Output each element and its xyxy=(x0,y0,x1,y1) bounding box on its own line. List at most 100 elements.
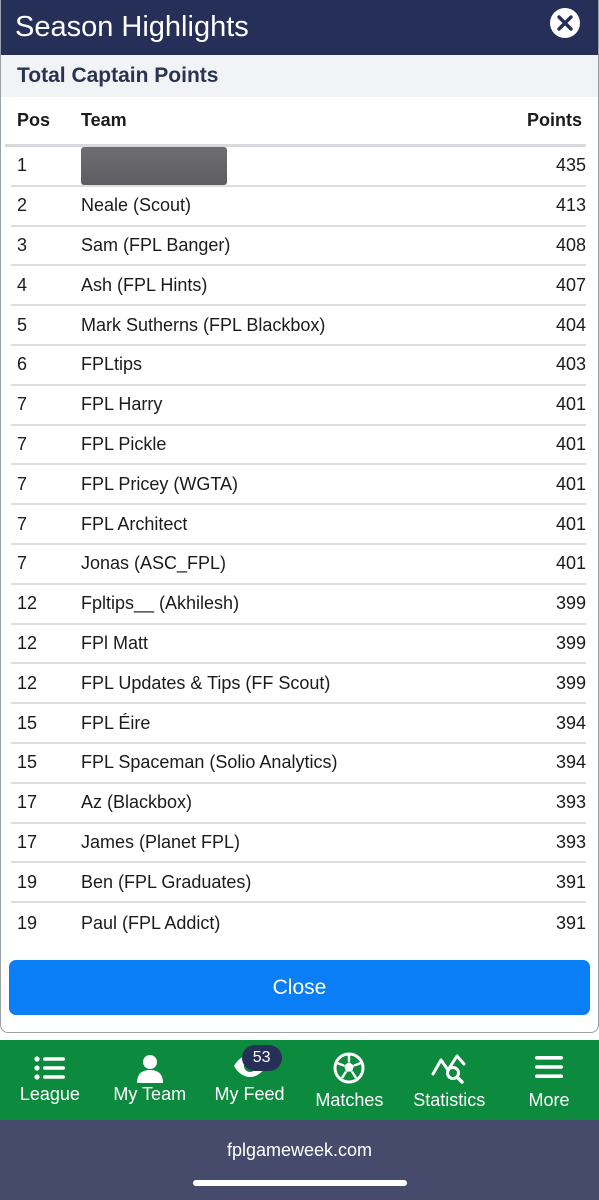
row-team: Mark Sutherns (FPL Blackbox) xyxy=(81,314,326,335)
nav-item-more[interactable]: More xyxy=(499,1040,599,1120)
column-header-team: Team xyxy=(81,110,127,130)
nav-label: My Team xyxy=(113,1084,187,1104)
row-team: FPL Pricey (WGTA) xyxy=(81,473,238,494)
row-pos: 7 xyxy=(17,394,28,415)
row-team-redacted xyxy=(81,146,496,186)
nav-label: Matches xyxy=(315,1090,384,1110)
row-team: Neale (Scout) xyxy=(81,195,192,216)
row-points: 394 xyxy=(555,752,586,773)
row-points: 401 xyxy=(555,553,586,574)
table-row: 4 Ash (FPL Hints) 407 xyxy=(11,266,586,307)
row-team: Fpltips__ (Akhilesh) xyxy=(81,593,240,614)
nav-label: Statistics xyxy=(413,1090,486,1110)
row-points: 394 xyxy=(555,712,586,733)
row-team: Sam (FPL Banger) xyxy=(81,234,231,255)
row-pos: 17 xyxy=(17,792,38,813)
nav-item-statistics[interactable]: Statistics xyxy=(399,1040,499,1120)
row-team: FPl Matt xyxy=(81,632,149,653)
nav-item-my-team[interactable]: My Team xyxy=(100,1040,200,1120)
nav-item-league[interactable]: League xyxy=(0,1040,100,1120)
row-pos: 17 xyxy=(17,831,38,852)
row-pos: 1 xyxy=(17,155,28,176)
row-pos: 3 xyxy=(17,234,28,255)
table-row: 7 FPL Pricey (WGTA) 401 xyxy=(11,465,586,506)
row-pos: 7 xyxy=(17,433,28,454)
table-row: 7 FPL Harry 401 xyxy=(11,386,586,426)
row-points: 391 xyxy=(555,871,586,892)
table-row: 19 Ben (FPL Graduates) 391 xyxy=(11,863,586,904)
bottom-nav: League My Team 53 My Feed Matches Statistics M… xyxy=(0,1040,599,1120)
row-points: 401 xyxy=(555,394,586,415)
table-row: 19 Paul (FPL Addict) 391 xyxy=(11,903,586,943)
row-points: 407 xyxy=(555,274,586,295)
table-row: 7 FPL Pickle 401 xyxy=(11,426,586,466)
row-team: Ash (FPL Hints) xyxy=(81,274,208,295)
section-title: Total Captain Points xyxy=(17,64,219,87)
modal-header: Season Highlights xyxy=(1,0,598,55)
row-pos: 7 xyxy=(17,473,28,494)
menu-icon xyxy=(533,1054,565,1085)
table-row: 2 Neale (Scout) 413 xyxy=(11,187,586,227)
table-row: 15 FPL Spaceman (Solio Analytics) 394 xyxy=(11,744,586,784)
browser-footer: fplgameweek.com xyxy=(0,1120,599,1200)
row-points: 401 xyxy=(555,433,586,454)
row-pos: 2 xyxy=(17,195,28,216)
table-row: 12 FPL Updates & Tips (FF Scout) 399 xyxy=(11,664,586,705)
row-team: FPL Updates & Tips (FF Scout) xyxy=(81,672,331,693)
home-indicator xyxy=(193,1180,407,1186)
nav-label: League xyxy=(19,1084,80,1104)
row-team: FPLtips xyxy=(81,354,143,375)
close-button[interactable]: Close xyxy=(9,960,590,1015)
row-pos: 19 xyxy=(17,912,38,933)
table-row: 3 Sam (FPL Banger) 408 xyxy=(11,227,586,267)
row-team: Az (Blackbox) xyxy=(81,792,193,813)
table-header: Pos Team Points xyxy=(5,97,586,147)
row-points: 401 xyxy=(555,513,586,534)
football-icon xyxy=(333,1052,365,1089)
row-team: James (Planet FPL) xyxy=(81,831,241,852)
url-label: fplgameweek.com xyxy=(226,1140,373,1160)
row-points: 393 xyxy=(555,792,586,813)
table-row: 6 FPLtips 403 xyxy=(11,346,586,386)
row-points: 404 xyxy=(555,314,586,335)
modal-title: Season Highlights xyxy=(15,11,249,43)
row-pos: 15 xyxy=(17,712,38,733)
row-team: Paul (FPL Addict) xyxy=(81,912,221,933)
column-header-pos: Pos xyxy=(17,110,51,130)
row-points: 401 xyxy=(555,473,586,494)
stats-search-icon xyxy=(431,1052,467,1089)
table-row: 17 Az (Blackbox) 393 xyxy=(11,784,586,824)
table-row: 1 435 xyxy=(11,147,586,187)
column-header-points: Points xyxy=(526,110,582,130)
row-points: 391 xyxy=(555,912,586,933)
redaction-block xyxy=(81,147,227,186)
row-pos: 5 xyxy=(17,314,28,335)
nav-item-matches[interactable]: Matches xyxy=(299,1040,399,1120)
row-team: FPL Éire xyxy=(81,712,151,733)
row-pos: 19 xyxy=(17,871,38,892)
row-pos: 12 xyxy=(17,672,38,693)
season-highlights-modal: Season Highlights Total Captain Points P… xyxy=(0,0,599,1033)
row-team: FPL Architect xyxy=(81,513,188,534)
close-icon[interactable] xyxy=(550,8,580,38)
row-points: 413 xyxy=(555,195,586,216)
row-team: FPL Spaceman (Solio Analytics) xyxy=(81,752,338,773)
row-points: 403 xyxy=(555,354,586,375)
table-row: 12 FPl Matt 399 xyxy=(11,625,586,665)
table-row: 7 Jonas (ASC_FPL) 401 xyxy=(11,545,586,585)
nav-label: My Feed xyxy=(214,1084,285,1104)
row-team: Jonas (ASC_FPL) xyxy=(81,553,227,574)
row-team: FPL Harry xyxy=(81,394,163,415)
row-points: 399 xyxy=(555,593,586,614)
table-row: 17 James (Planet FPL) 393 xyxy=(11,824,586,864)
section-header: Total Captain Points xyxy=(1,55,598,97)
row-team: FPL Pickle xyxy=(81,433,167,454)
row-pos: 4 xyxy=(17,274,28,295)
row-team: Ben (FPL Graduates) xyxy=(81,871,252,892)
list-icon xyxy=(33,1054,67,1087)
notification-badge: 53 xyxy=(241,1045,282,1071)
row-pos: 6 xyxy=(17,354,28,375)
table-row: 7 FPL Architect 401 xyxy=(11,505,586,545)
nav-item-my-feed[interactable]: 53 My Feed xyxy=(200,1040,300,1120)
row-pos: 15 xyxy=(17,752,38,773)
